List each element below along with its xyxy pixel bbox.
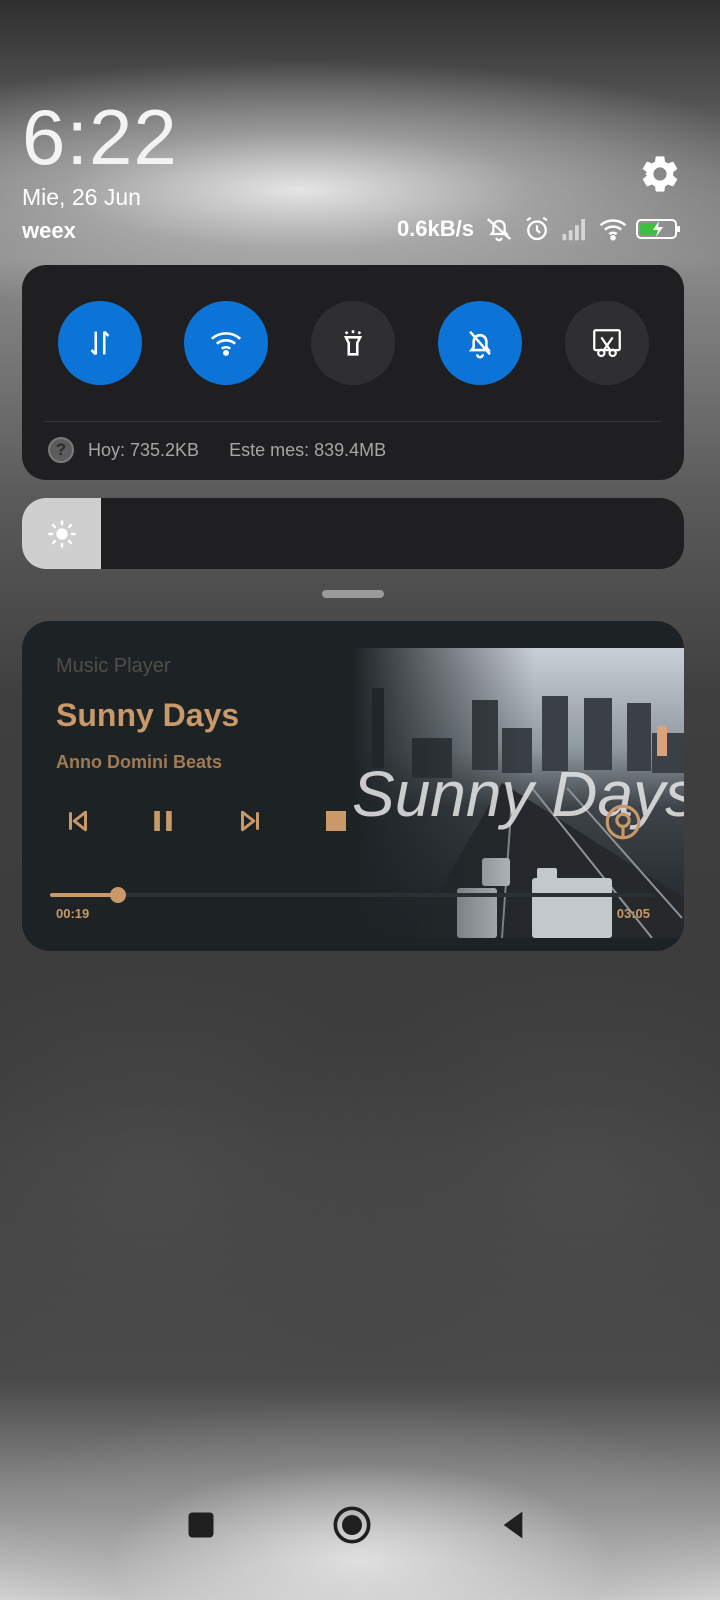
flashlight-icon	[343, 330, 363, 356]
notifications-off-icon	[487, 218, 511, 242]
pause-button[interactable]	[143, 801, 183, 841]
cast-icon[interactable]	[602, 801, 644, 843]
wifi-icon	[210, 332, 242, 356]
recents-square-icon	[188, 1512, 214, 1538]
home-button[interactable]	[329, 1502, 375, 1548]
network-speed: 0.6kB/s	[396, 216, 474, 241]
progress-thumb[interactable]	[110, 887, 126, 903]
stop-icon	[326, 811, 346, 831]
track-artist: Anno Domini Beats	[56, 752, 223, 772]
skip-next-icon	[241, 810, 259, 832]
track-title: Sunny Days	[56, 697, 240, 733]
home-circle-icon	[333, 1506, 371, 1544]
battery-charging-icon	[636, 219, 680, 239]
bell-off-icon	[468, 330, 492, 359]
brightness-fill	[22, 498, 101, 569]
wifi-toggle[interactable]	[184, 301, 268, 385]
media-player-card[interactable]: Sunny Days Music Player Sunny Days Anno …	[22, 621, 684, 951]
usage-month: Este mes: 839.4MB	[229, 439, 387, 460]
wifi-icon	[599, 219, 627, 241]
quick-settings-panel: ? Hoy: 735.2KB Este mes: 839.4MB	[22, 265, 684, 480]
brightness-slider[interactable]	[22, 498, 684, 569]
elapsed-time: 00:19	[56, 906, 90, 921]
scissors-icon	[593, 329, 621, 358]
media-app-name: Music Player	[56, 655, 171, 677]
data-arrows-icon	[90, 330, 110, 356]
total-time: 03:05	[616, 906, 650, 921]
help-icon: ?	[48, 437, 74, 463]
skip-previous-icon	[69, 810, 87, 832]
progress-played	[50, 893, 118, 897]
signal-icon	[562, 219, 585, 241]
date[interactable]: Mie, 26 Jun	[22, 184, 141, 211]
panel-drag-handle[interactable]	[322, 590, 384, 598]
mobile-data-toggle[interactable]	[58, 301, 142, 385]
progress-bar[interactable]	[50, 887, 654, 903]
recents-button[interactable]	[178, 1502, 224, 1548]
settings-gear-icon[interactable]	[638, 152, 682, 196]
next-button[interactable]	[230, 801, 270, 841]
previous-button[interactable]	[58, 801, 98, 841]
divider	[44, 421, 662, 422]
screenshot-toggle[interactable]	[565, 301, 649, 385]
usage-today: Hoy: 735.2KB	[88, 439, 200, 460]
back-triangle-icon	[503, 1511, 523, 1539]
carrier-name: weex	[22, 218, 76, 243]
status-bar-right: 0.6kB/s	[397, 214, 682, 244]
pause-icon	[154, 811, 172, 831]
flashlight-toggle[interactable]	[311, 301, 395, 385]
mute-toggle[interactable]	[438, 301, 522, 385]
back-button[interactable]	[490, 1502, 536, 1548]
data-usage[interactable]: ? Hoy: 735.2KB Este mes: 839.4MB	[48, 437, 386, 463]
clock[interactable]: 6:22	[22, 92, 178, 183]
sun-icon	[47, 519, 76, 548]
stop-button[interactable]	[316, 801, 356, 841]
alarm-icon	[526, 216, 548, 241]
